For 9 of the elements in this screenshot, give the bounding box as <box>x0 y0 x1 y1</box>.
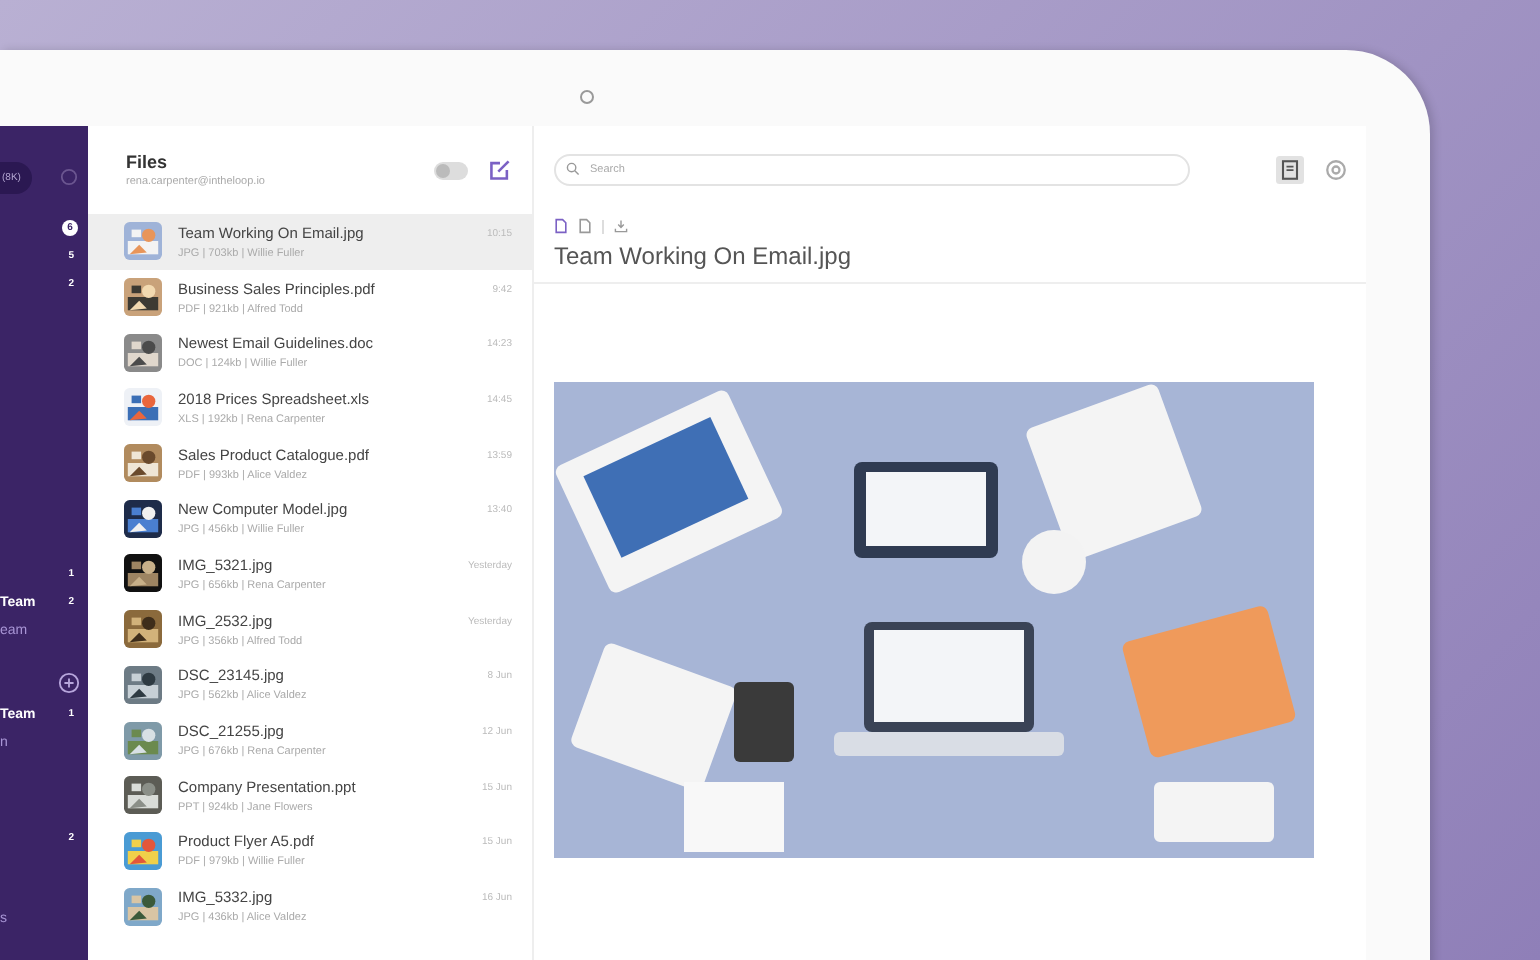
toggle-switch[interactable] <box>434 161 468 179</box>
document-icon[interactable] <box>1276 156 1304 184</box>
panel-title: Files <box>126 152 170 172</box>
search-icon <box>566 162 580 176</box>
download-icon[interactable] <box>614 218 628 234</box>
camera-icon <box>580 90 594 104</box>
compose-icon[interactable] <box>488 158 512 182</box>
add-icon[interactable] <box>58 672 80 694</box>
preview-title: Team Working On Email.jpg <box>534 238 1366 284</box>
